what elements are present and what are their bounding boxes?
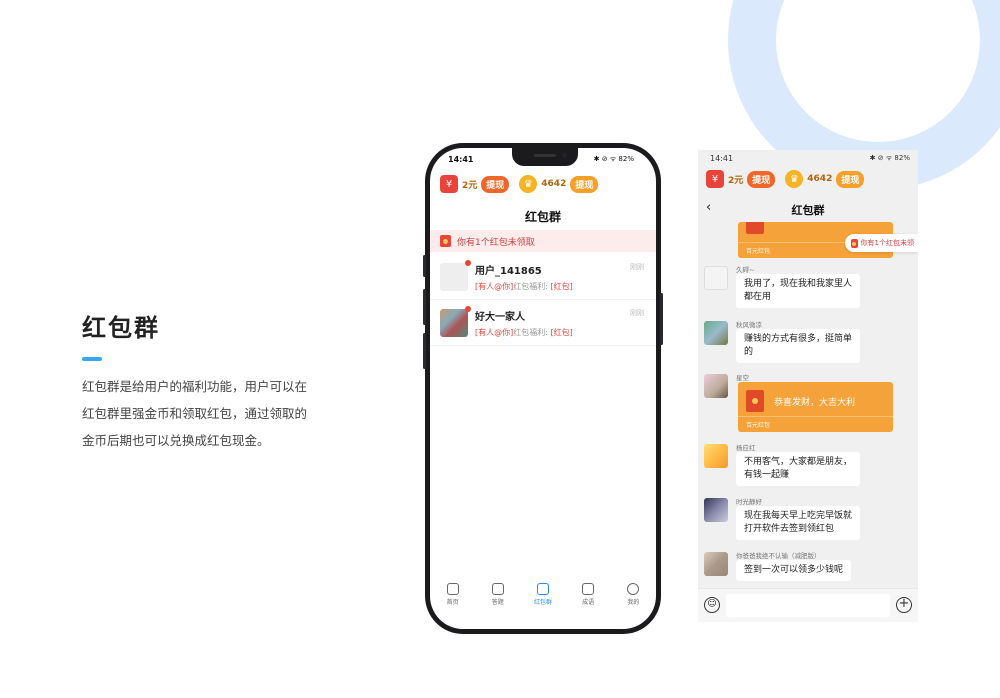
chat-preview: [有人@你]红包福利: [红包] xyxy=(475,281,573,291)
status-time: 14:41 xyxy=(710,154,734,163)
unclaimed-notice-text: 你有1个红包未领取 xyxy=(457,237,535,248)
coin-icon: ♛ xyxy=(519,175,538,193)
status-icons: ✱ ⊘ ᯤ 82% xyxy=(593,155,634,163)
status-time: 14:41 xyxy=(448,155,474,164)
cash-icon: ¥ xyxy=(706,170,724,188)
chat-time: 刚刚 xyxy=(630,309,644,317)
sender-name: 时光静好 xyxy=(736,498,762,506)
message-bubble[interactable]: 现在我每天早上吃完早饭就 打开软件去签到领红包 xyxy=(736,506,861,540)
cash-withdraw-button[interactable]: 提现 xyxy=(481,175,510,193)
phone-screen: 14:41 ✱ ⊘ ᯤ 82% ¥ 2元 提现 ♛ 4642 提现 红包群 你有… xyxy=(430,148,656,629)
sender-name: 秋风微凉 xyxy=(736,321,762,329)
plus-icon[interactable]: + xyxy=(896,597,912,613)
chat-message: 杨应红 不用客气，大家都是朋友， 有钱一起赚 xyxy=(704,442,912,490)
chat-list-item[interactable]: 好大一家人 [有人@你]红包福利: [红包] 刚刚 xyxy=(430,300,656,346)
tab-idiom[interactable]: 成语 xyxy=(568,583,608,617)
tab-redpacket-group[interactable]: 红包群 xyxy=(523,583,563,617)
unclaimed-notice[interactable]: 你有1个红包未领取 xyxy=(430,230,656,252)
idiom-icon xyxy=(582,583,595,595)
page-title: 红包群 xyxy=(524,210,561,224)
message-input-bar: ☺ + xyxy=(698,588,918,622)
message-bubble[interactable]: 赚钱的方式有很多，挺简单的 xyxy=(736,329,861,363)
message-bubble[interactable]: 我用了，现在我和我家里人 都在用 xyxy=(736,274,861,308)
chat-message: 久碍~ 我用了，现在我和我家里人 都在用 xyxy=(704,264,912,312)
coin-amount: 4642 xyxy=(807,174,833,184)
chat-message: 你爸爸我绝不认输（减肥版） 签到一次可以领多少钱呢 xyxy=(704,550,912,590)
chat-message: 星空 恭喜发财，大吉大利 百元红包 xyxy=(704,372,912,436)
packet-footer: 百元红包 xyxy=(738,416,893,432)
intro-accent-bar xyxy=(82,357,102,361)
emoji-icon[interactable]: ☺ xyxy=(704,597,720,613)
message-input[interactable] xyxy=(726,594,890,617)
wallet-bar: ¥ 2元 提现 ♛ 4642 提现 xyxy=(706,170,865,188)
quiz-icon xyxy=(491,583,504,595)
chat-name: 用户_141865 xyxy=(475,265,542,277)
bottom-tab-bar: 首页 答题 红包群 成语 我的 xyxy=(430,583,656,617)
chat-list-item[interactable]: 用户_141865 [有人@你]红包福利: [红包] 刚刚 xyxy=(430,254,656,300)
chat-title: 红包群 xyxy=(791,204,825,217)
phone-power-button xyxy=(660,293,663,345)
sender-name: 星空 xyxy=(736,374,749,382)
avatar[interactable] xyxy=(704,552,728,576)
phone-mockup: 14:41 ✱ ⊘ ᯤ 82% ¥ 2元 提现 ♛ 4642 提现 红包群 你有… xyxy=(423,143,663,634)
avatar[interactable] xyxy=(704,321,728,345)
cash-amount: 2元 xyxy=(462,180,478,191)
intro-title: 红包群 xyxy=(82,314,160,342)
red-envelope-icon xyxy=(746,390,764,412)
cash-amount: 2元 xyxy=(728,175,744,186)
phone-side-button xyxy=(423,255,426,277)
red-envelope-icon xyxy=(746,222,764,234)
packet-greeting: 恭喜发财，大吉大利 xyxy=(774,397,856,408)
chat-preview: [有人@你]红包福利: [红包] xyxy=(475,327,573,337)
unread-dot xyxy=(465,259,471,266)
intro-description: 红包群是给用户的福利功能，用户可以在红包群里强金币和领取红包，通过领取的金币后期… xyxy=(82,379,308,448)
phone-volume-down-button xyxy=(423,333,426,369)
coin-withdraw-button[interactable]: 提现 xyxy=(570,175,599,193)
coin-amount: 4642 xyxy=(541,179,567,189)
status-icons: ✱ ⊘ ᯤ 82% xyxy=(869,154,910,162)
tab-profile[interactable]: 我的 xyxy=(613,583,653,617)
sender-name: 杨应红 xyxy=(736,444,756,452)
chat-message: 秋风微凉 赚钱的方式有很多，挺简单的 xyxy=(704,319,912,367)
chat-header: ‹ 红包群 xyxy=(698,200,918,218)
chat-name: 好大一家人 xyxy=(475,311,525,323)
group-chat-screen: 14:41 ✱ ⊘ ᯤ 82% ¥ 2元 提现 ♛ 4642 提现 ‹ 红包群 … xyxy=(698,150,918,622)
phone-volume-up-button xyxy=(423,289,426,325)
red-packet-message[interactable]: 恭喜发财，大吉大利 百元红包 xyxy=(738,382,893,432)
wallet-bar: ¥ 2元 提现 ♛ 4642 提现 xyxy=(440,174,599,194)
red-envelope-icon xyxy=(850,238,858,248)
coin-icon: ♛ xyxy=(785,170,804,188)
coin-withdraw-button[interactable]: 提现 xyxy=(836,170,865,188)
avatar[interactable] xyxy=(704,374,728,398)
tab-quiz[interactable]: 答题 xyxy=(478,583,518,617)
home-icon xyxy=(446,583,459,595)
avatar[interactable] xyxy=(704,498,728,522)
unclaimed-float-notice[interactable]: 你有1个红包未领 xyxy=(844,234,918,252)
tab-home[interactable]: 首页 xyxy=(433,583,473,617)
chat-time: 刚刚 xyxy=(630,263,644,271)
avatar[interactable] xyxy=(704,444,728,468)
cash-withdraw-button[interactable]: 提现 xyxy=(747,170,776,188)
sender-name: 你爸爸我绝不认输（减肥版） xyxy=(736,552,821,560)
cash-icon: ¥ xyxy=(440,175,458,193)
intro-section: 红包群 红包群是给用户的福利功能，用户可以在红包群里强金币和领取红包，通过领取的… xyxy=(82,308,312,454)
unclaimed-float-notice-text: 你有1个红包未领 xyxy=(860,239,914,247)
avatar[interactable] xyxy=(704,266,728,290)
redpacket-group-icon xyxy=(536,583,549,595)
status-bar: 14:41 ✱ ⊘ ᯤ 82% xyxy=(698,150,918,164)
chat-avatar xyxy=(440,305,471,337)
message-bubble[interactable]: 不用客气，大家都是朋友， 有钱一起赚 xyxy=(736,452,861,486)
sender-name: 久碍~ xyxy=(736,266,755,274)
profile-icon xyxy=(627,583,640,595)
message-bubble[interactable]: 签到一次可以领多少钱呢 xyxy=(736,560,852,581)
phone-notch xyxy=(512,148,578,166)
unread-dot xyxy=(465,305,471,312)
chat-avatar xyxy=(440,259,471,291)
chat-message: 时光静好 现在我每天早上吃完早饭就 打开软件去签到领红包 xyxy=(704,496,912,544)
red-envelope-icon xyxy=(440,235,451,247)
